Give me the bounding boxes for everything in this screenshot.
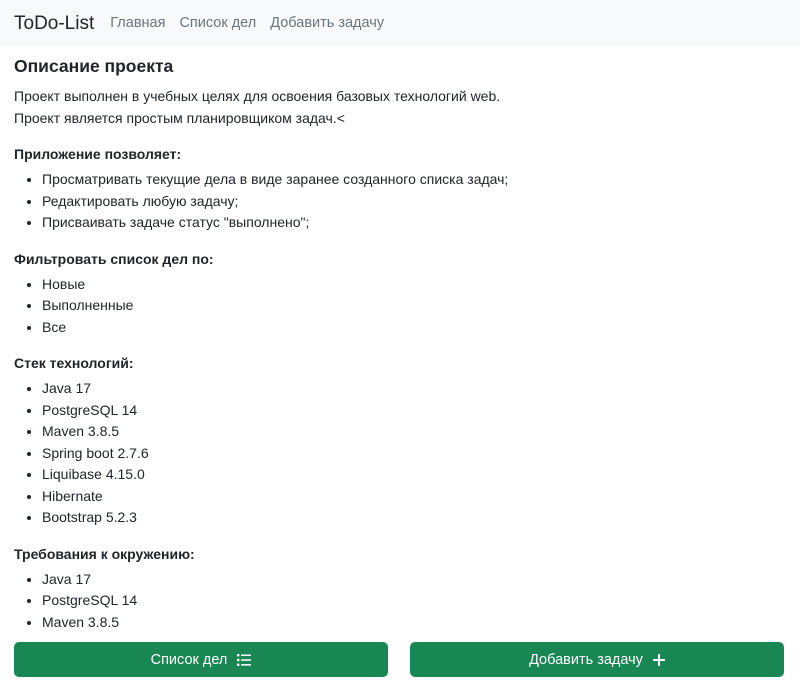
- list-item: Все: [42, 317, 786, 339]
- requirements-heading: Требования к окружению:: [14, 545, 195, 562]
- list-item: Maven 3.8.5: [42, 421, 786, 443]
- nav-link-home[interactable]: Главная: [110, 15, 165, 31]
- add-task-button[interactable]: Добавить задачу: [410, 642, 784, 677]
- list-item: Liquibase 4.15.0: [42, 464, 786, 486]
- nav-link-add-task[interactable]: Добавить задачу: [270, 15, 384, 31]
- task-list-button[interactable]: Список дел: [14, 642, 388, 677]
- list-item: PostgreSQL 14: [42, 400, 786, 422]
- nav-link-task-list[interactable]: Список дел: [179, 15, 256, 31]
- list-item: Редактировать любую задачу;: [42, 191, 786, 213]
- navbar: ToDo-List Главная Список дел Добавить за…: [0, 0, 800, 46]
- main-content: Описание проекта Проект выполнен в учебн…: [0, 56, 800, 633]
- list-icon: [237, 653, 252, 666]
- requirements-list: Java 17 PostgreSQL 14 Maven 3.8.5: [14, 569, 786, 634]
- task-list-button-label: Список дел: [150, 651, 228, 668]
- list-item: Присваивать задаче статус "выполнено";: [42, 212, 786, 234]
- list-item: Spring boot 2.7.6: [42, 443, 786, 465]
- filter-list: Новые Выполненные Все: [14, 274, 786, 339]
- list-item: PostgreSQL 14: [42, 590, 786, 612]
- list-item: Просматривать текущие дела в виде заране…: [42, 169, 786, 191]
- stack-list: Java 17 PostgreSQL 14 Maven 3.8.5 Spring…: [14, 378, 786, 529]
- list-item: Выполненные: [42, 295, 786, 317]
- list-item: Maven 3.8.5: [42, 612, 786, 634]
- list-item: Java 17: [42, 378, 786, 400]
- list-item: Hibernate: [42, 486, 786, 508]
- list-item: Java 17: [42, 569, 786, 591]
- action-buttons: Список дел Добавить задачу: [14, 642, 784, 677]
- list-item: Новые: [42, 274, 786, 296]
- features-list: Просматривать текущие дела в виде заране…: [14, 169, 786, 234]
- list-item: Bootstrap 5.2.3: [42, 507, 786, 529]
- features-heading: Приложение позволяет:: [14, 146, 182, 162]
- intro-line: Проект выполнен в учебных целях для осво…: [14, 88, 501, 104]
- navbar-brand[interactable]: ToDo-List: [14, 14, 94, 33]
- intro-line: Проект является простым планировщиком за…: [14, 110, 345, 126]
- plus-icon: [652, 653, 665, 666]
- stack-heading: Стек технологий:: [14, 355, 134, 371]
- filter-heading: Фильтровать список дел по:: [14, 250, 214, 267]
- add-task-button-label: Добавить задачу: [529, 651, 643, 668]
- page-title: Описание проекта: [14, 56, 174, 76]
